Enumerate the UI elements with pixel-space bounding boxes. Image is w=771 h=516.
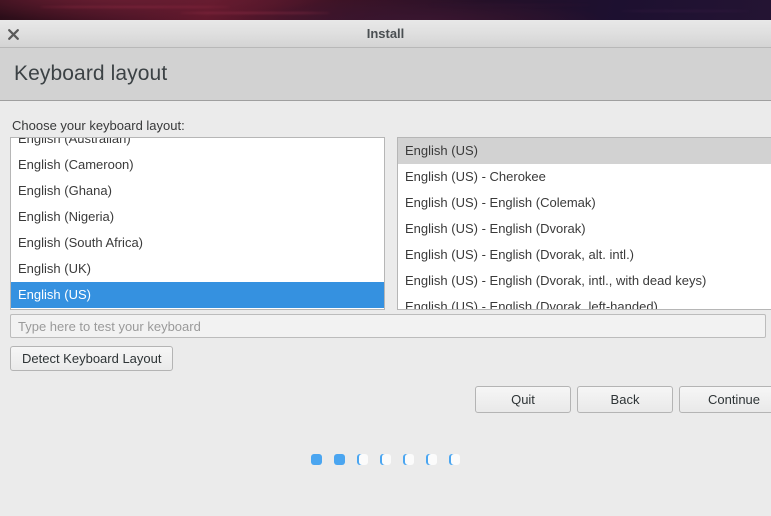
progress-dot: [357, 454, 368, 465]
detect-keyboard-layout-button[interactable]: Detect Keyboard Layout: [10, 346, 174, 371]
list-item[interactable]: English (UK): [11, 256, 384, 282]
continue-button[interactable]: Continue: [679, 386, 771, 413]
desktop-wallpaper: [0, 0, 771, 20]
keyboard-variant-list[interactable]: English (US) English (US) - Cherokee Engli…: [397, 137, 771, 310]
progress-dot: [449, 454, 460, 465]
page-title: Keyboard layout: [14, 62, 168, 85]
list-item[interactable]: English (US) - English (Colemak): [398, 190, 771, 216]
list-item[interactable]: English (US) - English (Dvorak, intl., w…: [398, 268, 771, 294]
progress-indicator: [0, 454, 771, 465]
keyboard-test-input[interactable]: [10, 314, 766, 338]
list-item[interactable]: English (US) - Cherokee: [398, 164, 771, 190]
list-item[interactable]: English (US) - English (Dvorak, left-han…: [398, 294, 771, 309]
list-item[interactable]: English (US) - English (Dvorak, alt. int…: [398, 242, 771, 268]
list-item[interactable]: English (US): [11, 282, 384, 308]
list-item[interactable]: English (US) - English (Dvorak): [398, 216, 771, 242]
page-heading-band: Keyboard layout: [0, 48, 771, 101]
choose-layout-label: Choose your keyboard layout:: [12, 118, 185, 133]
progress-dot: [334, 454, 345, 465]
progress-dot: [380, 454, 391, 465]
progress-dot: [311, 454, 322, 465]
back-button[interactable]: Back: [577, 386, 673, 413]
list-item[interactable]: English (US): [398, 138, 771, 164]
keyboard-language-list[interactable]: English (Australian) English (Cameroon) En…: [10, 137, 385, 310]
list-item[interactable]: English (Ghana): [11, 178, 384, 204]
progress-dot: [426, 454, 437, 465]
list-item[interactable]: English (Nigeria): [11, 204, 384, 230]
list-item[interactable]: English (Cameroon): [11, 152, 384, 178]
list-item[interactable]: English (South Africa): [11, 230, 384, 256]
window-titlebar: Install: [0, 20, 771, 48]
list-item[interactable]: English (Australian): [11, 138, 384, 152]
page-content: Choose your keyboard layout: English (Au…: [0, 101, 771, 516]
window-title: Install: [366, 26, 405, 41]
progress-dot: [403, 454, 414, 465]
installer-window: Install Keyboard layout Choose your keyb…: [0, 20, 771, 516]
quit-button[interactable]: Quit: [475, 386, 571, 413]
